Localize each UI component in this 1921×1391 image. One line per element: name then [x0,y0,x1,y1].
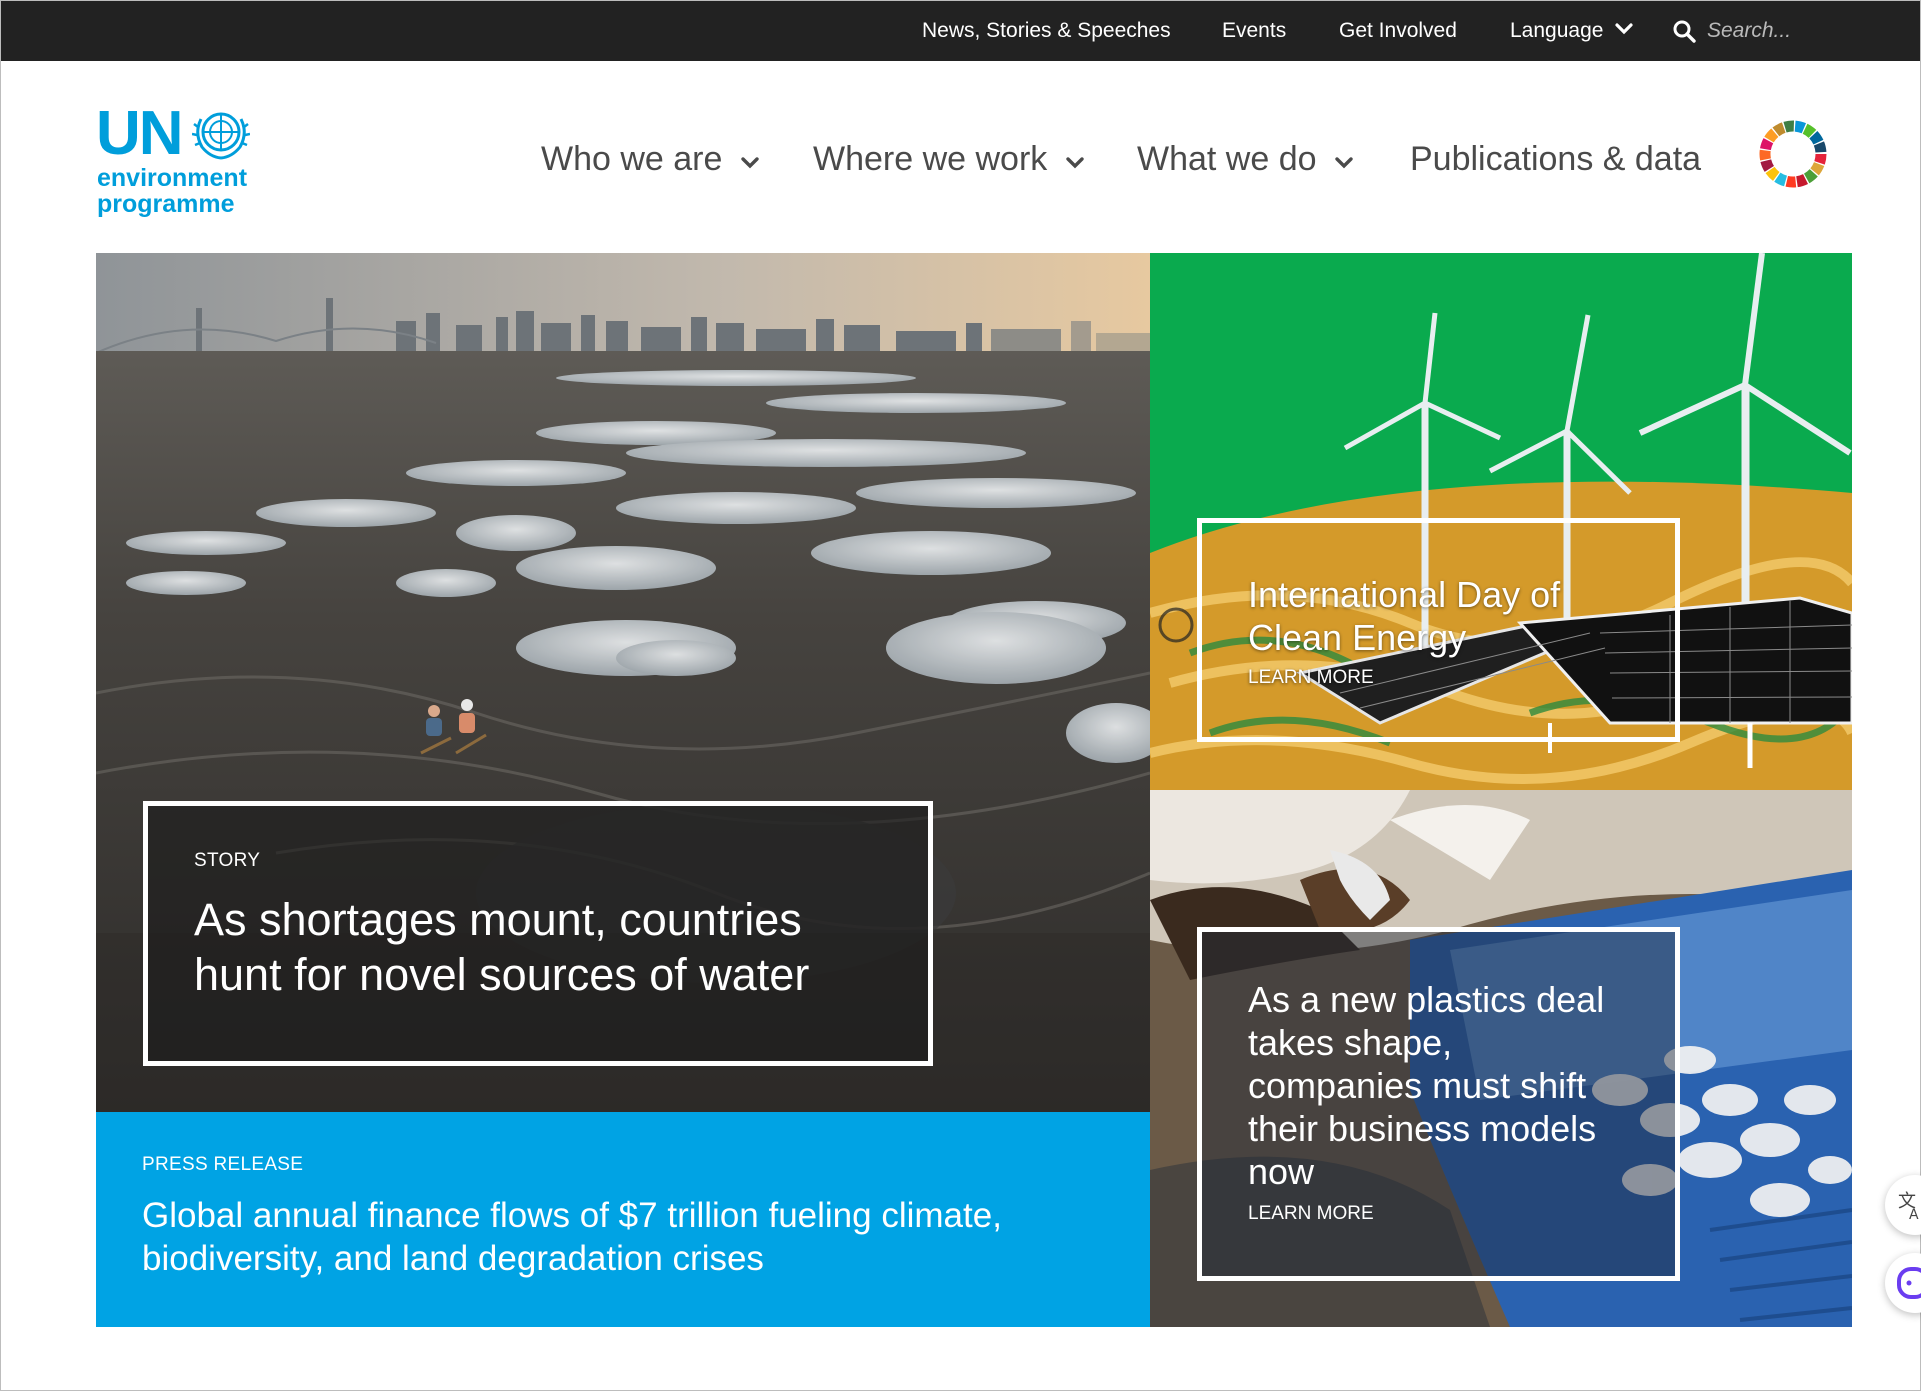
chevron-down-icon [1615,23,1633,35]
main-story-card[interactable]: STORY As shortages mount, countries hunt… [143,801,933,1066]
translate-icon: 文 A [1898,1191,1919,1223]
story-kicker: STORY [194,850,261,871]
main-story-headline[interactable]: As shortages mount, countries hunt for n… [194,892,886,1002]
logo-line-environment: environment [97,164,248,192]
nav-who-we-are[interactable]: Who we are [541,134,760,184]
svg-text:A: A [1909,1207,1919,1223]
nav-link-news[interactable]: News, Stories & Speeches [922,1,1171,61]
plastics-learn-more[interactable]: LEARN MORE [1248,1203,1635,1225]
language-label: Language [1510,19,1604,42]
hero-main-story[interactable]: STORY As shortages mount, countries hunt… [96,253,1150,1112]
logo-line-programme: programme [97,190,235,218]
nav-item-label: Where we work [813,140,1048,178]
nav-link-get-involved[interactable]: Get Involved [1339,1,1457,61]
nav-link-events[interactable]: Events [1222,1,1286,61]
utility-bar: News, Stories & Speeches Events Get Invo… [1,1,1920,61]
nav-item-label: Who we are [541,140,723,178]
clean-energy-card[interactable]: International Day of Clean Energy LEARN … [1197,518,1680,742]
chevron-down-icon [741,156,759,168]
nav-what-we-do[interactable]: What we do [1137,134,1354,184]
press-release-banner[interactable]: PRESS RELEASE Global annual finance flow… [96,1112,1150,1327]
nav-where-we-work[interactable]: Where we work [813,134,1085,184]
assistant-widget[interactable] [1885,1253,1921,1313]
press-headline[interactable]: Global annual finance flows of $7 trilli… [142,1194,1104,1280]
translate-widget[interactable]: 文 A [1885,1175,1921,1235]
clean-energy-tile[interactable]: International Day of Clean Energy LEARN … [1150,253,1852,790]
clean-energy-headline[interactable]: International Day of Clean Energy [1248,573,1633,659]
un-emblem-icon [192,112,250,160]
chevron-down-icon [1335,156,1353,168]
logo-abbr: UN [96,99,184,168]
nav-item-label: What we do [1137,140,1317,178]
press-kicker: PRESS RELEASE [142,1154,304,1175]
plastics-card[interactable]: As a new plastics deal takes shape, comp… [1197,927,1680,1281]
nav-publications-data[interactable]: Publications & data [1410,134,1701,184]
chevron-down-icon [1066,156,1084,168]
nav-item-label: Publications & data [1410,140,1702,178]
sdg-wheel-icon[interactable] [1758,119,1828,189]
plastics-tile[interactable]: As a new plastics deal takes shape, comp… [1150,790,1852,1327]
plastics-headline[interactable]: As a new plastics deal takes shape, comp… [1248,978,1635,1193]
search-input[interactable] [1705,15,1865,47]
clean-energy-learn-more[interactable]: LEARN MORE [1248,667,1633,689]
assistant-icon [1897,1267,1921,1299]
unep-logo[interactable]: UN environment programme [96,99,266,224]
language-selector[interactable]: Language [1510,1,1633,61]
search-icon[interactable] [1672,19,1696,43]
